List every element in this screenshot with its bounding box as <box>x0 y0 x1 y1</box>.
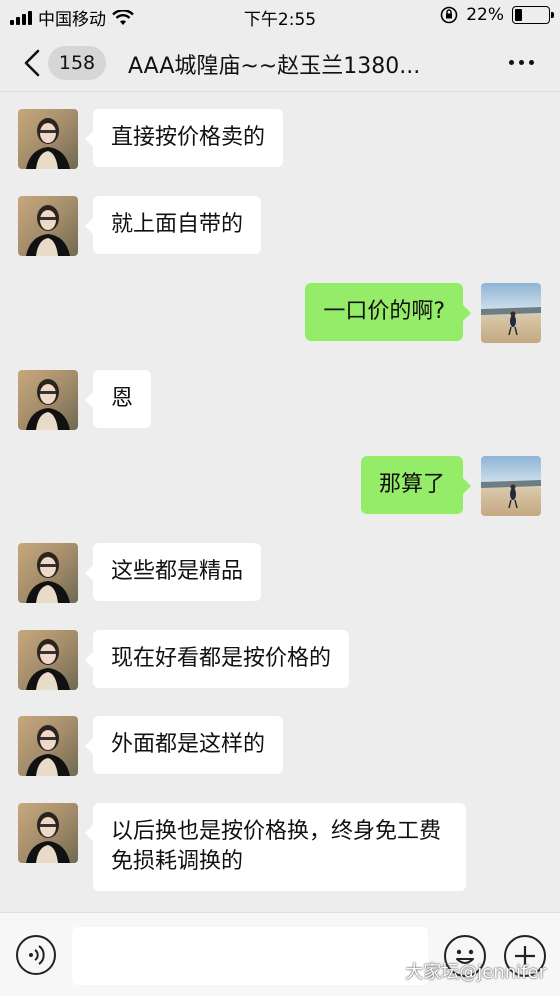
message-bubble-incoming: 外面都是这样的 <box>84 716 284 774</box>
unread-count-badge[interactable]: 158 <box>48 46 106 80</box>
back-chevron-icon[interactable] <box>20 48 44 78</box>
message-bubble-incoming: 现在好看都是按价格的 <box>84 630 350 688</box>
message-bubble-incoming: 直接按价格卖的 <box>84 109 284 167</box>
self-avatar[interactable] <box>481 283 541 343</box>
chat-title: AAA城隍庙~~赵玉兰1380... <box>128 54 421 79</box>
message-bubble-incoming: 以后换也是按价格换，终身免工费免损耗调换的 <box>85 803 466 891</box>
nav-bar: 158 AAA城隍庙~~赵玉兰1380... <box>0 34 560 92</box>
message-bubble-outgoing: 一口价的啊? <box>305 283 471 341</box>
contact-avatar[interactable] <box>18 543 78 603</box>
message-bubble-incoming: 就上面自带的 <box>84 196 262 254</box>
status-bar: 中国移动 下午2:55 22% <box>0 0 560 34</box>
message-bubble-incoming: 这些都是精品 <box>84 543 262 601</box>
status-right: 22% <box>440 5 554 25</box>
message-bubble-incoming: 恩 <box>84 370 152 428</box>
battery-icon <box>512 6 554 24</box>
contact-avatar[interactable] <box>18 370 78 430</box>
contact-avatar[interactable] <box>18 630 78 690</box>
battery-percent: 22% <box>466 5 504 25</box>
orientation-lock-icon <box>440 6 458 24</box>
message-bubble-outgoing: 那算了 <box>360 456 472 514</box>
self-avatar[interactable] <box>481 456 541 516</box>
watermark-text: 大家坛@jennifer <box>405 962 546 983</box>
more-options-icon[interactable] <box>509 60 534 65</box>
contact-avatar[interactable] <box>18 196 78 256</box>
contact-avatar[interactable] <box>18 109 78 169</box>
voice-input-icon[interactable] <box>16 935 56 975</box>
message-text-input[interactable] <box>72 927 428 985</box>
contact-avatar[interactable] <box>18 716 78 776</box>
contact-avatar[interactable] <box>18 803 78 863</box>
